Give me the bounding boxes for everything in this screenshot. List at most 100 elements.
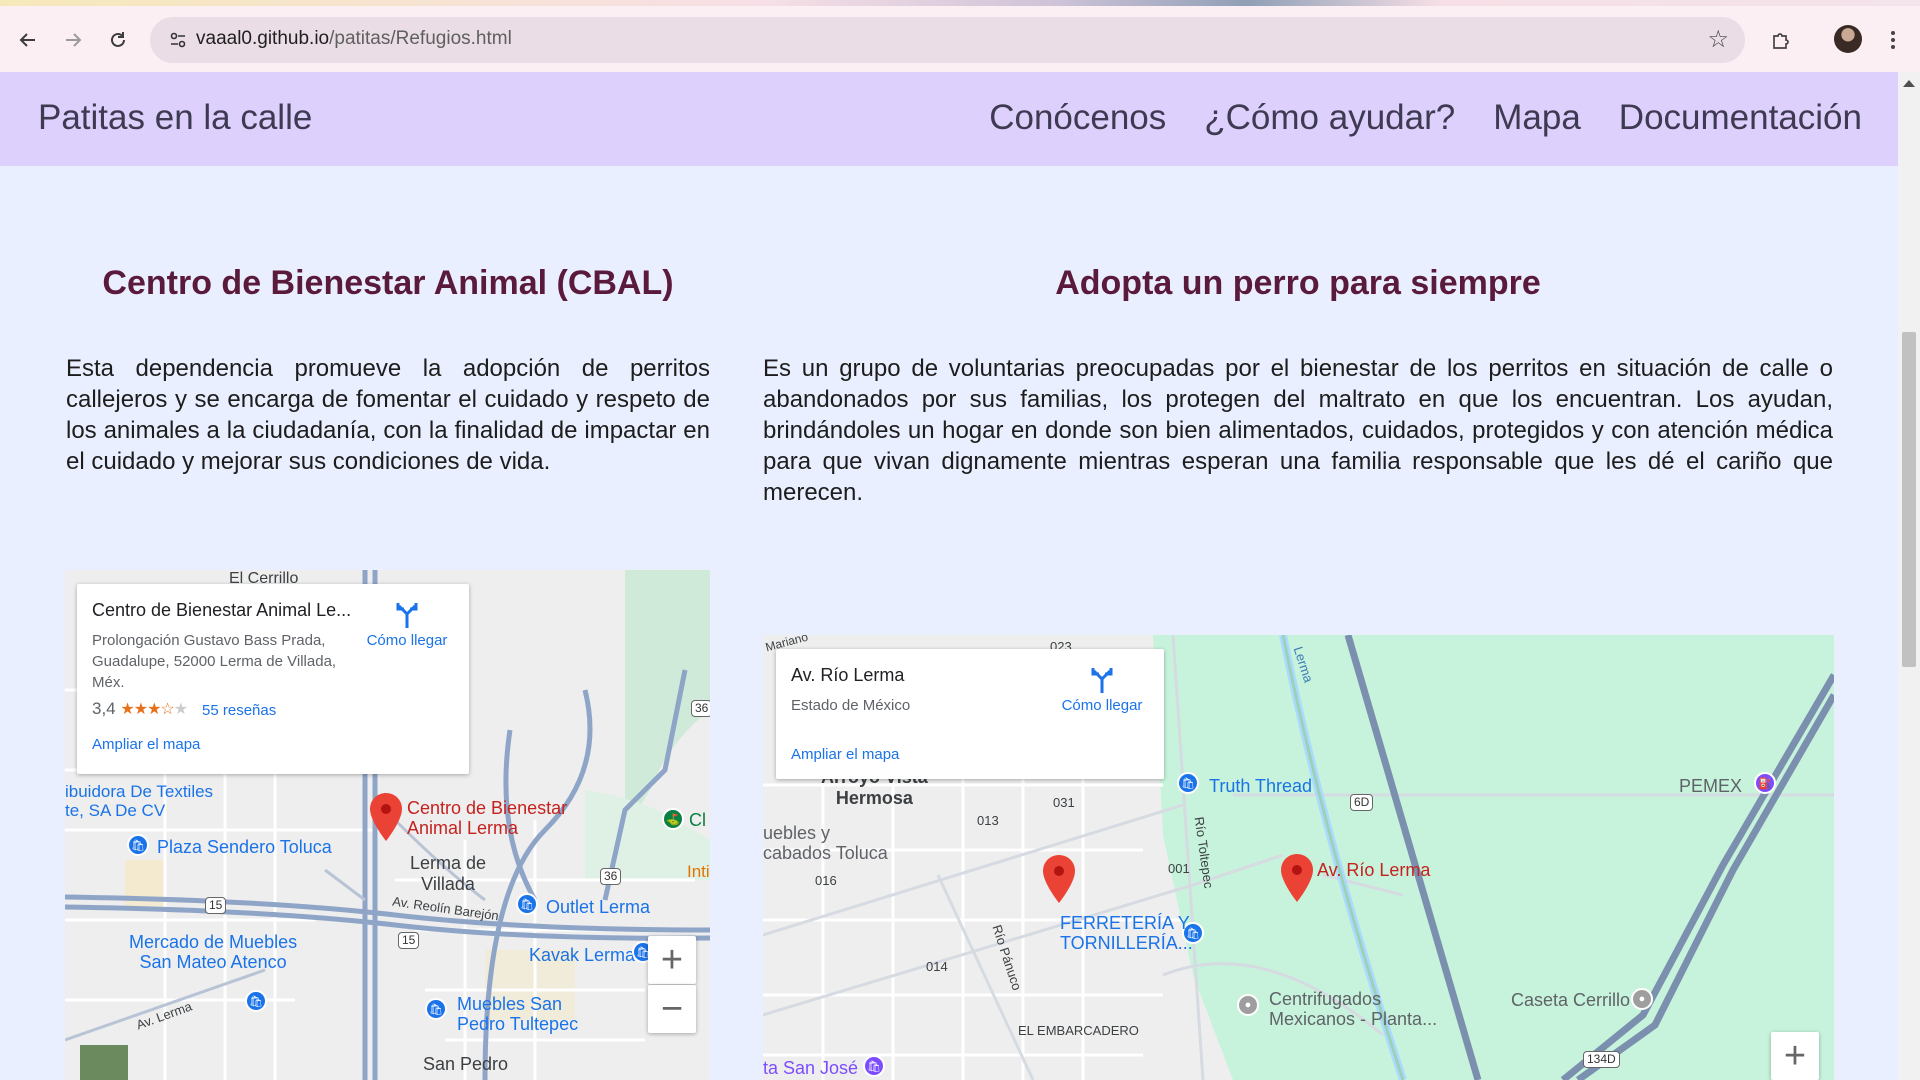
extensions-button[interactable] [1763,22,1799,58]
reviews-link[interactable]: 55 reseñas [202,702,276,719]
nav-documentacion[interactable]: Documentación [1619,98,1862,138]
shopping-bag-icon[interactable]: 🛍 [1177,772,1199,794]
map-label-cbal[interactable]: Centro de Bienestar Animal Lerma [407,798,567,838]
page-scrollbar[interactable] [1898,72,1920,1080]
map-pin-icon[interactable] [1281,854,1313,902]
place-card-title: Av. Río Lerma [791,665,905,685]
highway-shield: 15 [205,897,227,914]
rating-value: 3,4 [92,699,116,718]
directions-icon [396,603,418,628]
map-label-centrifugados[interactable]: Centrifugados Mexicanos - Planta... [1269,989,1437,1029]
golf-icon: ⛳ [662,808,684,830]
place-card-title: Centro de Bienestar Animal Le... [92,600,352,620]
map-label-sanpedro: San Pedro [423,1054,509,1074]
shopping-icon[interactable]: 🛍 [863,1055,885,1077]
menu-kebab-icon[interactable] [1875,22,1911,58]
site-info-icon[interactable] [164,26,192,54]
cbal-description: Esta dependencia promueve la adopción de… [66,355,710,475]
enlarge-map-link[interactable]: Ampliar el mapa [92,736,200,753]
address-bar[interactable]: vaaal0.github.io/patitas/Refugios.html ☆ [150,17,1745,63]
highway-shield: 36 [600,868,622,885]
scroll-thumb[interactable] [1902,332,1916,667]
directions-button[interactable]: Cómo llegar [1052,665,1152,714]
place-card-rating: 3,4 ★★★☆★ [92,699,188,719]
arrow-left-icon [19,33,35,47]
directions-icon [1091,668,1113,693]
map-label-caseta[interactable]: Caseta Cerrillo [1511,990,1630,1011]
map-label-016: 016 [815,873,837,888]
reload-button[interactable] [100,22,136,58]
back-button[interactable] [10,22,46,58]
brand-link[interactable]: Patitas en la calle [38,98,312,138]
enlarge-map-link[interactable]: Ampliar el mapa [791,746,899,763]
shopping-bag-icon[interactable]: 🛍 [516,893,538,915]
zoom-in-button[interactable]: + [1771,1032,1819,1080]
url-path: /patitas/Refugios.html [329,28,512,49]
place-dot-icon[interactable]: ● [1237,994,1259,1016]
scroll-up-arrow-icon[interactable] [1903,80,1915,87]
directions-label: Cómo llegar [1061,697,1143,714]
map-label-muebles[interactable]: Muebles San Pedro Tultepec [457,994,578,1034]
nav-como-ayudar[interactable]: ¿Cómo ayudar? [1204,98,1455,138]
map-label-sanjose[interactable]: ta San José [763,1058,858,1079]
map-label-lerma: Lerma de Villada [410,853,487,894]
cbal-title: Centro de Bienestar Animal (CBAL) [102,264,674,302]
gas-station-icon[interactable]: ⛽ [1754,772,1776,794]
cbal-map[interactable]: El Cerrillo ibuidora De Textiles te, SA … [65,570,710,1080]
map-label-textiles: ibuidora De Textiles te, SA De CV [65,782,214,820]
map-label-pemex[interactable]: PEMEX [1679,776,1742,797]
place-dot-icon[interactable]: ● [1631,988,1653,1010]
tab-strip [0,0,1920,6]
zoom-out-button[interactable]: − [648,985,696,1033]
url-host: vaaal0.github.io [196,28,330,49]
zoom-in-button[interactable]: + [648,936,696,984]
highway-shield: 15 [398,932,420,949]
place-card: Centro de Bienestar Animal Le... Prolong… [77,584,469,774]
place-card: Av. Río Lerma Estado de México Cómo lleg… [776,649,1164,779]
map-pin-icon[interactable] [1043,855,1075,903]
map-label-013: 013 [977,813,999,828]
puzzle-icon [1773,33,1789,49]
map-label-pin[interactable]: Av. Río Lerma [1317,860,1430,881]
shopping-bag-icon[interactable]: 🛍 [245,990,267,1012]
shopping-bag-icon[interactable]: 🛍 [425,998,447,1020]
map-label-truth[interactable]: Truth Thread [1209,776,1312,797]
map-label-kavak[interactable]: Kavak Lerma [529,945,635,966]
rating-stars-icon: ★★★☆★ [120,701,188,718]
place-card-address: Estado de México [791,697,911,714]
highway-shield: 36 [691,700,710,717]
highway-shield: 134D [1583,1051,1620,1068]
forward-button[interactable] [55,22,91,58]
map-label-cl: Cl [689,810,706,830]
map-label-mercado[interactable]: Mercado de Muebles San Mateo Atenco [129,932,297,972]
directions-button[interactable]: Cómo llegar [357,600,457,649]
nav-mapa[interactable]: Mapa [1493,98,1581,138]
map-label-031: 031 [1053,795,1075,810]
browser-chrome: vaaal0.github.io/patitas/Refugios.html ☆ [0,0,1920,72]
map-label-muebles-acabados: uebles y cabados Toluca [763,823,888,863]
adopta-title: Adopta un perro para siempre [1055,264,1541,302]
map-label-001: 001 [1168,861,1190,876]
bookmark-star-icon[interactable]: ☆ [1707,25,1729,53]
reload-icon [111,32,125,47]
shopping-bag-icon[interactable]: 🛍 [127,834,149,856]
map-label-embarcadero: EL EMBARCADERO [1018,1023,1139,1038]
nav-links: Conócenos ¿Cómo ayudar? Mapa Documentaci… [989,98,1862,138]
map-label-plaza[interactable]: Plaza Sendero Toluca [157,837,332,858]
site-navbar: Patitas en la calle Conócenos ¿Cómo ayud… [0,72,1898,166]
highway-shield: 6D [1350,794,1374,811]
place-card-address: Prolongación Gustavo Bass Prada, Guadalu… [92,632,337,691]
page-viewport: Patitas en la calle Conócenos ¿Cómo ayud… [0,72,1898,1080]
map-label-ferreteria[interactable]: FERRETERÍA Y TORNILLERÍA... [1060,913,1193,953]
adopta-description: Es un grupo de voluntarias preocupadas p… [763,355,1833,506]
url-text: vaaal0.github.io/patitas/Refugios.html [196,28,512,50]
map-label-014: 014 [926,959,948,974]
arrow-right-icon [66,33,82,47]
map-pin-icon[interactable] [370,793,402,841]
adopta-map[interactable]: Mariano Arroyo Vista Hermosa uebles y ca… [763,635,1834,1080]
directions-label: Cómo llegar [366,632,448,649]
map-label-inti: Inti [687,862,710,881]
profile-avatar[interactable] [1834,25,1862,53]
map-label-outlet[interactable]: Outlet Lerma [546,897,650,918]
nav-conocenos[interactable]: Conócenos [989,98,1166,138]
